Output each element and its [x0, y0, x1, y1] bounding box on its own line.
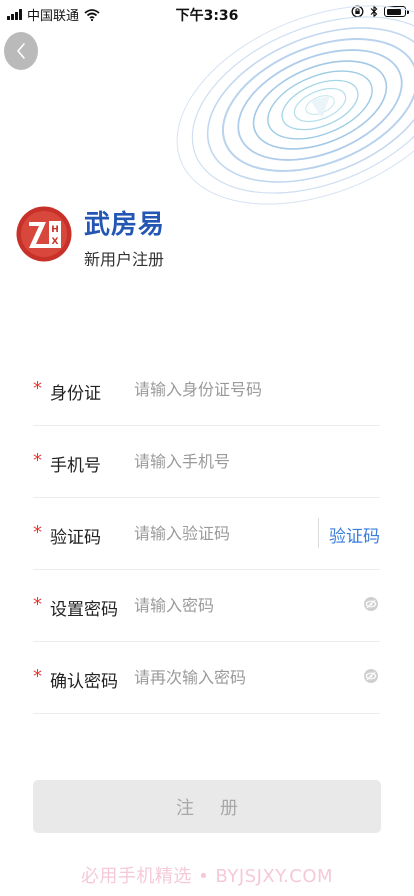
registration-form: * 身份证 * 手机号 * 验证码 验证码 * 设置密码 * 确认密码: [33, 354, 380, 714]
watermark: 必用手机精选 • BYJSJXY.COM: [80, 866, 334, 887]
page-subtitle: 新用户注册: [84, 250, 165, 269]
required-mark: *: [33, 666, 42, 687]
svg-text:H: H: [51, 225, 59, 235]
required-mark: *: [33, 378, 42, 399]
confirm-password-label: 确认密码: [50, 672, 118, 692]
phone-row: * 手机号: [33, 426, 380, 498]
set-password-label: 设置密码: [50, 600, 118, 620]
id-card-row: * 身份证: [33, 354, 380, 426]
register-button[interactable]: 注册: [33, 780, 381, 833]
app-logo: H X: [16, 206, 72, 262]
id-card-label: 身份证: [50, 384, 101, 404]
phone-input[interactable]: [134, 443, 324, 479]
set-password-row: * 设置密码: [33, 570, 380, 642]
svg-text:X: X: [52, 237, 59, 247]
id-card-input[interactable]: [134, 371, 324, 407]
confirm-password-input[interactable]: [134, 659, 324, 695]
required-mark: *: [33, 594, 42, 615]
app-title: 武房易: [84, 210, 166, 240]
verification-code-row: * 验证码 验证码: [33, 498, 380, 570]
divider: [318, 518, 319, 548]
eye-icon[interactable]: [363, 596, 379, 612]
phone-label: 手机号: [50, 456, 101, 476]
verification-code-input[interactable]: [134, 515, 304, 551]
verification-code-label: 验证码: [50, 528, 101, 548]
required-mark: *: [33, 522, 42, 543]
chevron-left-icon: [17, 43, 25, 59]
get-code-button[interactable]: 验证码: [329, 522, 380, 547]
eye-icon[interactable]: [363, 668, 379, 684]
required-mark: *: [33, 450, 42, 471]
password-input[interactable]: [134, 587, 324, 623]
confirm-password-row: * 确认密码: [33, 642, 380, 714]
decorative-rings: [176, 5, 414, 205]
back-button[interactable]: [4, 32, 38, 70]
